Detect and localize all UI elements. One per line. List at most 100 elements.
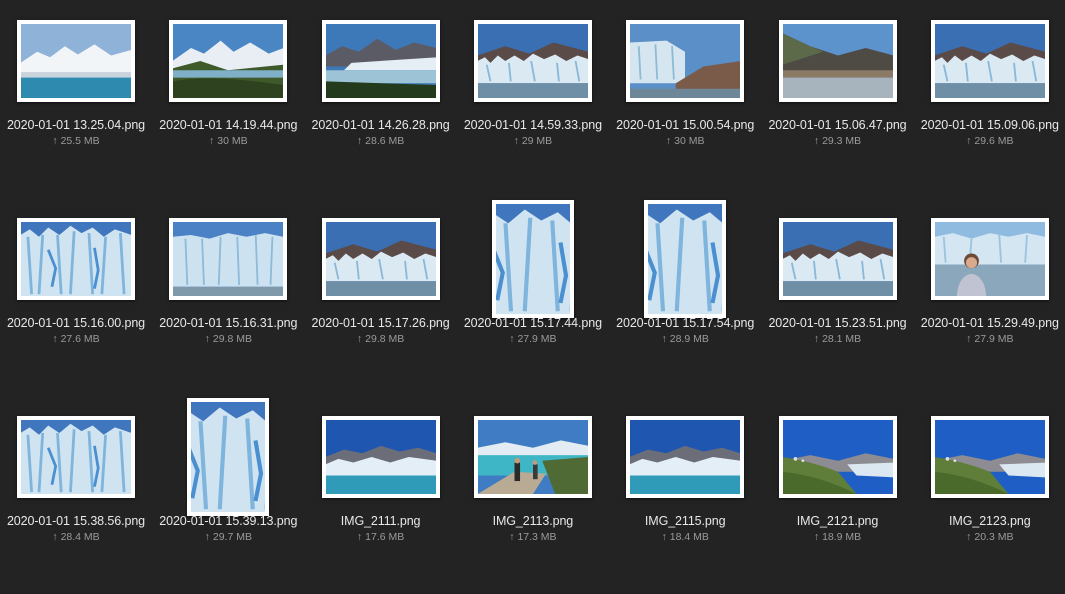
file-thumbnail[interactable] xyxy=(930,20,1049,102)
file-name[interactable]: 2020-01-01 15.17.26.png xyxy=(297,316,465,330)
file-name[interactable]: 2020-01-01 14.26.28.png xyxy=(297,118,465,132)
file-size-value: 29 MB xyxy=(521,135,553,147)
file-size-value: 29.7 MB xyxy=(212,531,252,543)
thumbnail-image xyxy=(648,204,723,314)
thumbnail-image xyxy=(477,24,588,98)
file-thumbnail[interactable] xyxy=(473,416,592,498)
file-thumbnail[interactable] xyxy=(778,416,897,498)
file-thumbnail[interactable] xyxy=(321,20,440,102)
file-size-value: 29.3 MB xyxy=(822,135,862,147)
file-name[interactable]: IMG_2121.png xyxy=(754,514,922,528)
upload-arrow-icon: ↑ xyxy=(52,333,58,345)
file-name[interactable]: 2020-01-01 15.29.49.png xyxy=(906,316,1065,330)
file-size: ↑ 28.9 MB xyxy=(609,333,761,345)
file-name[interactable]: 2020-01-01 15.38.56.png xyxy=(0,514,160,528)
file-size-value: 18.9 MB xyxy=(822,531,862,543)
file-name[interactable]: 2020-01-01 13.25.04.png xyxy=(0,118,160,132)
file-name[interactable]: 2020-01-01 15.16.31.png xyxy=(144,316,312,330)
file-name[interactable]: IMG_2111.png xyxy=(297,514,465,528)
file-name[interactable]: IMG_2123.png xyxy=(906,514,1065,528)
file-item[interactable]: 2020-01-01 15.39.13.png ↑ 29.7 MB xyxy=(152,396,304,594)
thumbnail-image xyxy=(325,24,436,98)
file-thumbnail[interactable] xyxy=(17,416,135,498)
thumbnail-image xyxy=(782,222,893,296)
file-thumbnail[interactable] xyxy=(778,20,897,102)
file-item[interactable]: 2020-01-01 14.59.33.png ↑ 29 MB xyxy=(457,0,609,198)
file-thumbnail[interactable] xyxy=(930,218,1049,300)
file-item[interactable]: IMG_2113.png ↑ 17.3 MB xyxy=(457,396,609,594)
upload-arrow-icon: ↑ xyxy=(356,333,363,345)
file-item[interactable]: 2020-01-01 15.38.56.png ↑ 28.4 MB xyxy=(0,396,152,594)
file-item[interactable]: 2020-01-01 15.09.06.png ↑ 29.6 MB xyxy=(914,0,1065,198)
file-item[interactable]: IMG_2121.png ↑ 18.9 MB xyxy=(762,396,914,594)
thumbnail-image xyxy=(325,222,436,296)
file-size: ↑ 27.6 MB xyxy=(0,333,152,345)
file-thumbnail[interactable] xyxy=(930,416,1049,498)
file-size: ↑ 29.7 MB xyxy=(152,531,304,543)
file-name[interactable]: 2020-01-01 14.59.33.png xyxy=(449,118,617,132)
thumbnail-image xyxy=(934,24,1045,98)
file-size: ↑ 29.8 MB xyxy=(305,333,457,345)
file-thumbnail[interactable] xyxy=(169,218,288,300)
file-name[interactable]: 2020-01-01 15.23.51.png xyxy=(754,316,922,330)
upload-arrow-icon: ↑ xyxy=(966,333,972,345)
file-item[interactable]: 2020-01-01 13.25.04.png ↑ 25.5 MB xyxy=(0,0,152,198)
file-name[interactable]: 2020-01-01 15.16.00.png xyxy=(0,316,160,330)
file-thumbnail[interactable] xyxy=(491,200,574,318)
file-size-value: 29.6 MB xyxy=(974,135,1014,147)
file-size: ↑ 28.6 MB xyxy=(305,135,457,147)
file-thumbnail[interactable] xyxy=(778,218,897,300)
thumbnail-image xyxy=(325,420,436,494)
thumbnail-image xyxy=(630,24,741,98)
file-item[interactable]: 2020-01-01 15.16.00.png ↑ 27.6 MB xyxy=(0,198,152,396)
file-name[interactable]: 2020-01-01 15.17.54.png xyxy=(601,316,769,330)
file-thumbnail[interactable] xyxy=(321,416,440,498)
file-item[interactable]: 2020-01-01 14.26.28.png ↑ 28.6 MB xyxy=(305,0,457,198)
file-size: ↑ 17.6 MB xyxy=(305,531,457,543)
file-name[interactable]: 2020-01-01 15.06.47.png xyxy=(754,118,922,132)
file-item[interactable]: 2020-01-01 15.29.49.png ↑ 27.9 MB xyxy=(914,198,1065,396)
file-item[interactable]: 2020-01-01 15.00.54.png ↑ 30 MB xyxy=(609,0,761,198)
file-item[interactable]: 2020-01-01 15.17.54.png ↑ 28.9 MB xyxy=(609,198,761,396)
upload-arrow-icon: ↑ xyxy=(356,135,363,147)
file-thumbnail[interactable] xyxy=(626,20,745,102)
file-size: ↑ 29.6 MB xyxy=(914,135,1065,147)
file-name[interactable]: 2020-01-01 15.09.06.png xyxy=(906,118,1065,132)
file-name[interactable]: IMG_2113.png xyxy=(449,514,617,528)
file-thumbnail[interactable] xyxy=(626,416,745,498)
file-name[interactable]: 2020-01-01 15.17.44.png xyxy=(449,316,617,330)
file-item[interactable]: 2020-01-01 15.23.51.png ↑ 28.1 MB xyxy=(762,198,914,396)
thumbnail-image xyxy=(21,24,131,98)
file-name[interactable]: 2020-01-01 15.00.54.png xyxy=(601,118,769,132)
file-item[interactable]: IMG_2111.png ↑ 17.6 MB xyxy=(305,396,457,594)
file-size: ↑ 30 MB xyxy=(609,135,761,147)
thumbnail-image xyxy=(21,222,131,296)
file-item[interactable]: IMG_2123.png ↑ 20.3 MB xyxy=(914,396,1065,594)
file-size: ↑ 17.3 MB xyxy=(457,531,609,543)
file-size-value: 25.5 MB xyxy=(60,135,100,147)
upload-arrow-icon: ↑ xyxy=(661,333,667,345)
file-size: ↑ 27.9 MB xyxy=(914,333,1065,345)
file-thumbnail[interactable] xyxy=(187,398,270,516)
upload-arrow-icon: ↑ xyxy=(509,531,515,543)
file-thumbnail[interactable] xyxy=(17,20,135,102)
thumbnail-image xyxy=(21,420,131,494)
file-item[interactable]: 2020-01-01 15.17.44.png ↑ 27.9 MB xyxy=(457,198,609,396)
file-thumbnail[interactable] xyxy=(473,20,592,102)
file-item[interactable]: IMG_2115.png ↑ 18.4 MB xyxy=(609,396,761,594)
file-name[interactable]: 2020-01-01 15.39.13.png xyxy=(144,514,312,528)
file-thumbnail[interactable] xyxy=(644,200,727,318)
file-thumbnail[interactable] xyxy=(17,218,135,300)
file-item[interactable]: 2020-01-01 14.19.44.png ↑ 30 MB xyxy=(152,0,304,198)
file-name[interactable]: IMG_2115.png xyxy=(601,514,769,528)
thumbnail-image xyxy=(782,420,893,494)
file-item[interactable]: 2020-01-01 15.17.26.png ↑ 29.8 MB xyxy=(305,198,457,396)
file-thumbnail[interactable] xyxy=(169,20,288,102)
file-item[interactable]: 2020-01-01 15.06.47.png ↑ 29.3 MB xyxy=(762,0,914,198)
upload-arrow-icon: ↑ xyxy=(509,333,515,345)
file-item[interactable]: 2020-01-01 15.16.31.png ↑ 29.8 MB xyxy=(152,198,304,396)
upload-arrow-icon: ↑ xyxy=(52,135,58,147)
file-thumbnail[interactable] xyxy=(321,218,440,300)
file-name[interactable]: 2020-01-01 14.19.44.png xyxy=(144,118,312,132)
file-size-value: 17.6 MB xyxy=(365,531,405,543)
